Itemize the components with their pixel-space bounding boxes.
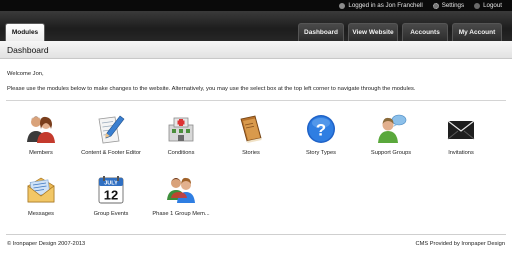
footer-credit: CMS Provided by Ironpaper Design xyxy=(415,241,505,247)
messages-icon xyxy=(27,177,55,203)
gear-icon xyxy=(432,2,439,9)
logout-label: Logout xyxy=(483,2,502,9)
svg-text:?: ? xyxy=(316,121,326,140)
settings-link[interactable]: Settings xyxy=(432,2,465,9)
module-conditions[interactable]: Conditions xyxy=(146,113,216,156)
logout-icon xyxy=(474,2,481,9)
instructions-text: Please use the modules below to make cha… xyxy=(7,86,416,92)
page-title-bar: Dashboard xyxy=(0,41,512,59)
help-icon: ? xyxy=(307,115,335,143)
nav-my-account[interactable]: My Account xyxy=(452,23,502,41)
calendar-icon: JULY 12 xyxy=(98,176,124,204)
nav-accounts[interactable]: Accounts xyxy=(402,23,448,41)
support-groups-icon xyxy=(378,114,407,143)
group-members-icon xyxy=(167,177,195,203)
user-icon xyxy=(339,2,346,9)
divider xyxy=(6,100,506,101)
calendar-month: JULY xyxy=(104,181,118,187)
module-invitations[interactable]: Invitations xyxy=(426,113,496,156)
module-members[interactable]: Members xyxy=(6,113,76,156)
conditions-icon xyxy=(168,117,194,142)
module-content-footer-editor[interactable]: Content & Footer Editor xyxy=(76,113,146,156)
footer-divider xyxy=(6,234,506,235)
module-support-groups[interactable]: Support Groups xyxy=(356,113,426,156)
module-group-events[interactable]: JULY 12 Group Events xyxy=(76,174,146,217)
module-label: Phase 1 Group Mem... xyxy=(152,211,210,217)
top-bar: Logged in as Jon Franchell Settings Logo… xyxy=(0,0,512,11)
footer-copyright: © Ironpaper Design 2007-2013 xyxy=(7,241,86,247)
module-label: Support Groups xyxy=(370,150,412,156)
page-title: Dashboard xyxy=(7,44,49,55)
stories-icon xyxy=(240,115,262,143)
module-messages[interactable]: Messages xyxy=(6,174,76,217)
module-label: Invitations xyxy=(448,150,474,156)
invitations-icon xyxy=(447,120,475,140)
calendar-day: 12 xyxy=(104,188,118,203)
module-label: Story Types xyxy=(306,150,336,156)
module-label: Content & Footer Editor xyxy=(81,150,141,156)
module-label: Conditions xyxy=(167,150,195,156)
welcome-text: Welcome Jon, xyxy=(7,71,44,77)
nav-view-website[interactable]: View Website xyxy=(348,23,398,41)
module-label: Messages xyxy=(28,211,54,217)
content-editor-icon xyxy=(98,115,125,144)
modules-tab[interactable]: Modules xyxy=(5,23,45,41)
module-stories[interactable]: Stories xyxy=(216,113,286,156)
nav-dashboard[interactable]: Dashboard xyxy=(298,23,344,41)
settings-label: Settings xyxy=(441,2,465,9)
members-icon xyxy=(27,116,55,143)
module-label: Group Events xyxy=(93,211,129,217)
module-label: Stories xyxy=(242,150,260,156)
main-header: Modules Dashboard View Website Accounts … xyxy=(0,11,512,41)
logout-link[interactable]: Logout xyxy=(474,2,502,9)
logged-in-status: Logged in as Jon Franchell xyxy=(339,2,423,9)
logged-in-label: Logged in as Jon Franchell xyxy=(348,2,423,9)
module-label: Members xyxy=(29,150,53,156)
module-story-types[interactable]: ? Story Types xyxy=(286,113,356,156)
module-phase-1-group-members[interactable]: Phase 1 Group Mem... xyxy=(146,174,216,217)
